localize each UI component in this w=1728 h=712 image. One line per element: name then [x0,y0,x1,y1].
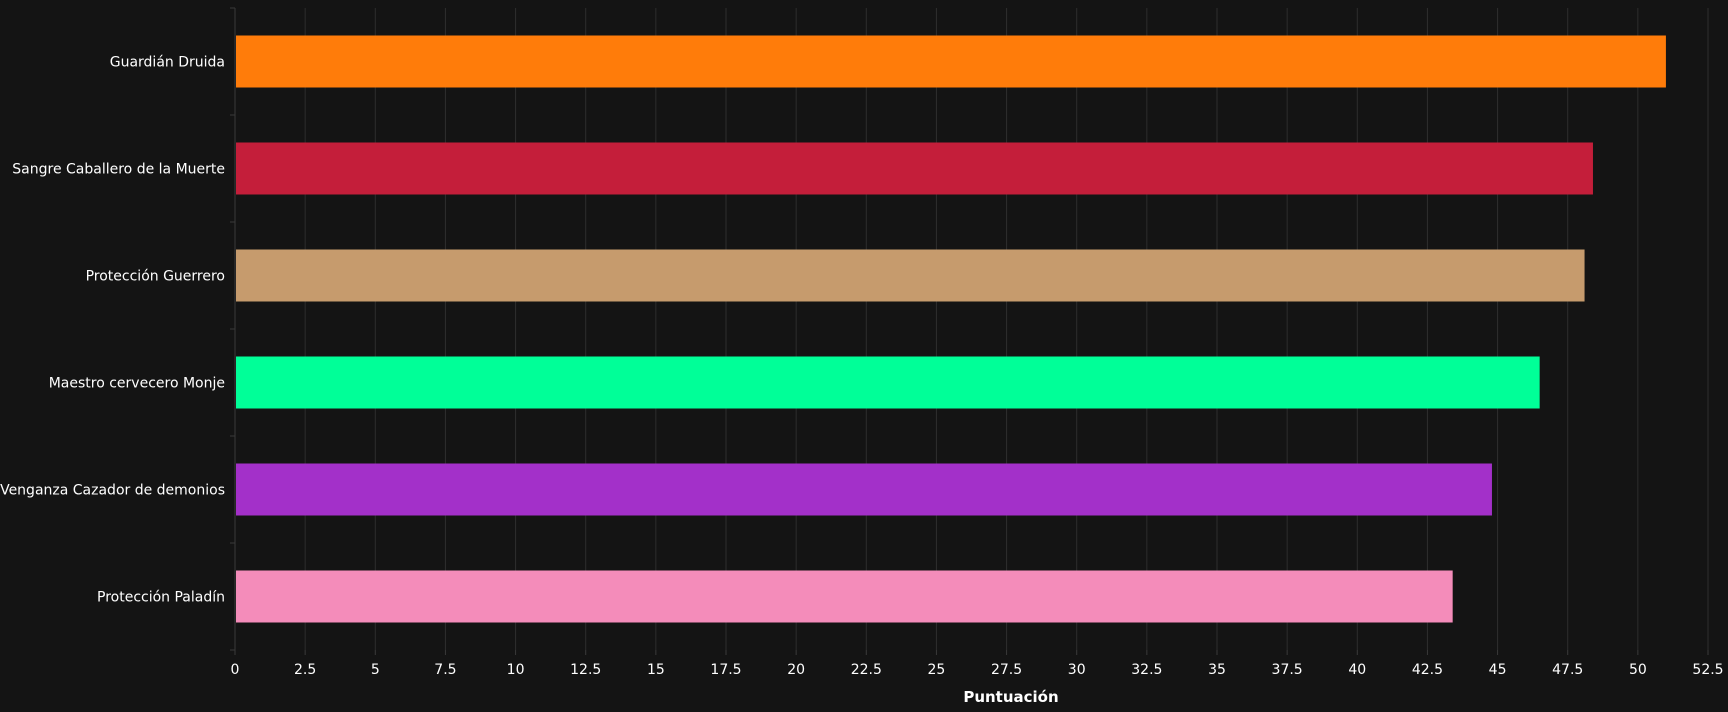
x-tick-label: 17.5 [710,662,741,678]
bar-chart: Guardián Druida Sangre Caballero de la Mu… [0,7,1724,706]
bars [236,35,1666,623]
x-tick-label: 45 [1489,662,1507,678]
x-tick-label: 42.5 [1412,662,1443,678]
bar[interactable] [236,463,1492,516]
x-tick-label: 20 [787,662,805,678]
y-category-label: Sangre Caballero de la Muerte [12,162,225,178]
x-tick-label: 27.5 [991,662,1022,678]
x-tick-label: 22.5 [851,662,882,678]
axes [230,7,1709,655]
x-tick-label: 50 [1629,662,1647,678]
x-tick-label: 52.5 [1692,662,1723,678]
grid-lines [304,8,1709,650]
y-category-label: Maestro cervecero Monje [49,376,225,392]
bar[interactable] [236,356,1540,409]
bar[interactable] [236,570,1453,623]
chart-container: Guardián Druida Sangre Caballero de la Mu… [0,0,1728,708]
x-tick-label: 47.5 [1552,662,1583,678]
x-tick-label: 37.5 [1272,662,1303,678]
y-category-label: Venganza Cazador de demonios [0,483,225,499]
x-tick-label: 15 [647,662,665,678]
x-tick-label: 2.5 [294,662,316,678]
x-tick-label: 35 [1208,662,1226,678]
bar[interactable] [236,35,1666,88]
x-axis-title: Puntuación [963,688,1058,706]
bar[interactable] [236,249,1585,302]
x-tick-label: 5 [371,662,380,678]
x-tick-label: 7.5 [434,662,456,678]
y-axis-labels: Guardián Druida Sangre Caballero de la Mu… [0,55,225,606]
x-tick-label: 25 [928,662,946,678]
bar[interactable] [236,142,1593,195]
x-tick-label: 32.5 [1131,662,1162,678]
y-category-label: Guardián Druida [110,55,225,71]
x-tick-label: 10 [507,662,525,678]
x-tick-label: 30 [1068,662,1086,678]
x-tick-label: 12.5 [570,662,601,678]
x-tick-label: 0 [231,662,240,678]
x-axis-labels: 0 2.5 5 7.5 10 12.5 15 17.5 20 22.5 25 27.5 30 32.5 35… [231,662,1724,678]
y-category-label: Protección Guerrero [86,269,225,285]
x-tick-label: 40 [1348,662,1366,678]
y-category-label: Protección Paladín [97,590,225,606]
